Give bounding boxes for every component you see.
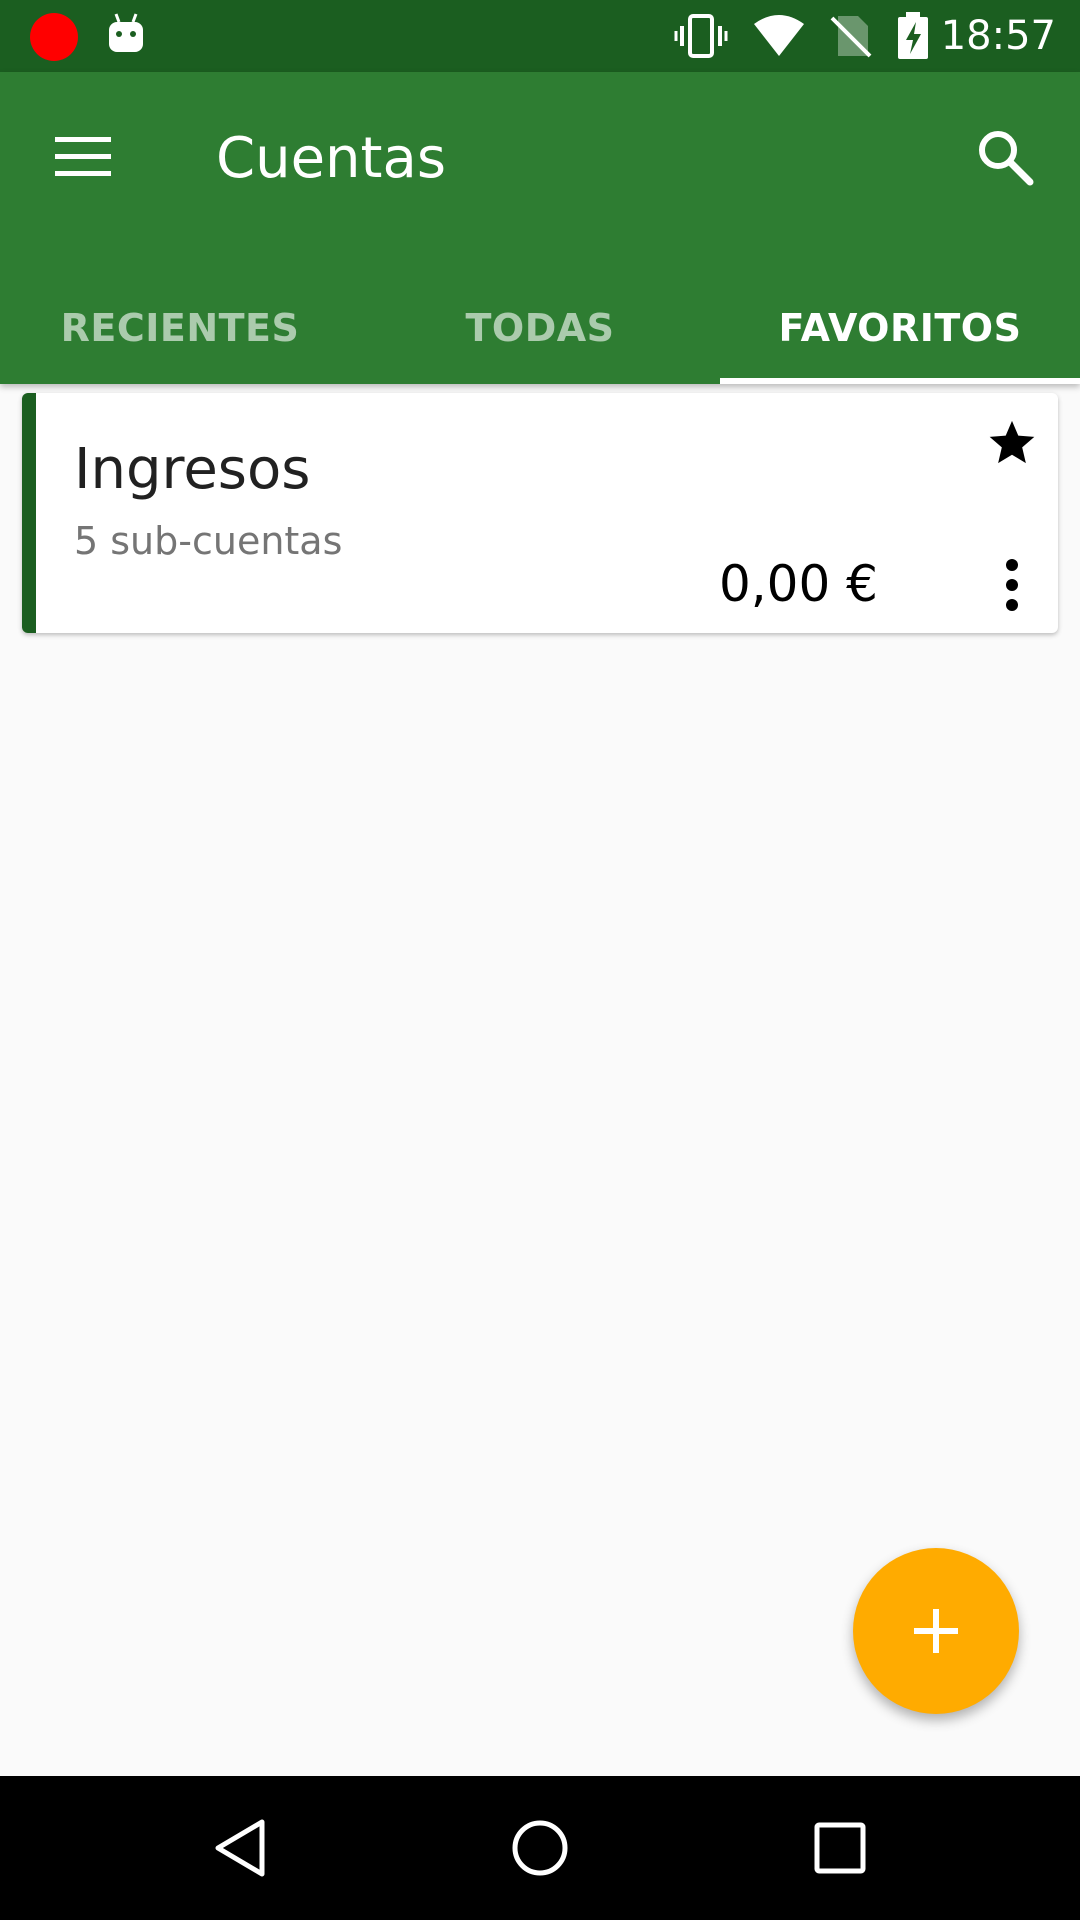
menu-icon (55, 137, 111, 176)
search-icon (979, 131, 1034, 186)
back-button[interactable] (190, 1798, 290, 1898)
status-time: 18:57 (940, 13, 1056, 59)
tab-favoritos[interactable]: FAVORITOS (720, 272, 1080, 384)
sub-accounts-count: 5 sub-cuentas (74, 519, 343, 563)
wifi-icon (754, 15, 804, 56)
page-title: Cuentas (216, 126, 446, 191)
tab-recientes[interactable]: RECIENTES (0, 272, 360, 384)
tab-todas[interactable]: TODAS (360, 272, 720, 384)
search-button[interactable] (960, 112, 1050, 202)
android-debug-icon (109, 13, 143, 52)
home-icon (512, 1820, 568, 1876)
battery-charging-icon (898, 12, 928, 59)
account-name: Ingresos (74, 437, 311, 502)
favorite-button[interactable] (980, 411, 1044, 475)
back-icon (215, 1819, 265, 1877)
home-button[interactable] (490, 1798, 590, 1898)
more-vert-icon (1006, 559, 1018, 611)
account-balance: 0,00 € (718, 555, 878, 613)
recording-dot-icon (30, 13, 78, 61)
account-card[interactable]: Ingresos 5 sub-cuentas 0,00 € (22, 393, 1058, 633)
menu-button[interactable] (40, 114, 126, 200)
app-bar: Cuentas RECIENTES TODAS FAVORITOS (0, 72, 1080, 384)
add-account-button[interactable] (853, 1548, 1019, 1714)
navigation-bar (0, 1776, 1080, 1920)
recents-button[interactable] (790, 1798, 890, 1898)
star-icon (989, 420, 1035, 464)
account-color-bar (22, 393, 36, 633)
tab-bar: RECIENTES TODAS FAVORITOS (0, 272, 1080, 384)
status-bar: 18:57 (0, 0, 1080, 72)
vibrate-icon (674, 14, 728, 58)
recents-icon (814, 1822, 866, 1874)
no-sim-icon (830, 16, 872, 58)
plus-icon (914, 1609, 958, 1653)
more-options-button[interactable] (980, 553, 1044, 617)
